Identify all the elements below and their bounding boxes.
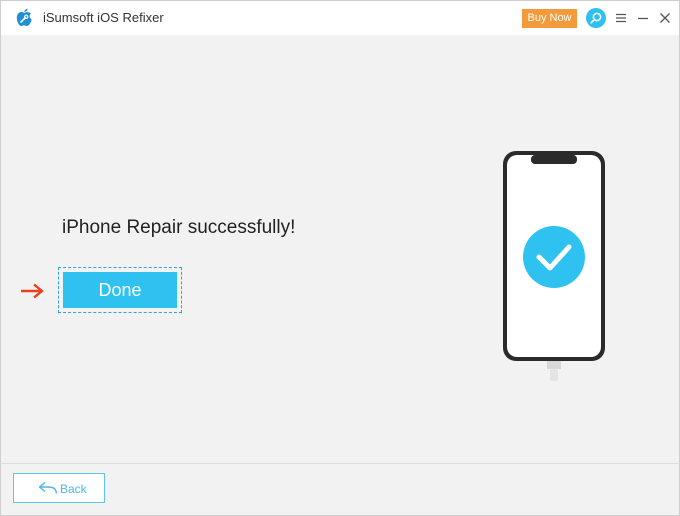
success-message: iPhone Repair successfully! — [62, 217, 296, 238]
search-icon — [590, 12, 602, 24]
main-content: iPhone Repair successfully! Done — [1, 35, 679, 463]
app-logo-icon — [16, 8, 32, 26]
close-icon[interactable] — [657, 10, 673, 26]
arrow-right-icon — [21, 283, 44, 299]
back-button[interactable]: Back — [13, 473, 105, 503]
app-window: iSumsoft iOS Refixer Buy Now iPhone Repa… — [0, 0, 680, 516]
search-button[interactable] — [586, 8, 606, 28]
footer-bar: Back — [1, 463, 679, 515]
back-button-label: Back — [60, 482, 87, 496]
app-title: iSumsoft iOS Refixer — [43, 10, 164, 25]
done-button[interactable]: Done — [63, 272, 177, 308]
buy-now-button[interactable]: Buy Now — [522, 9, 577, 28]
success-check-badge — [523, 226, 585, 288]
iphone-illustration — [503, 151, 605, 381]
back-arrow-icon — [38, 481, 58, 494]
menu-icon[interactable] — [613, 10, 629, 26]
done-button-focus-frame: Done — [58, 267, 182, 313]
title-bar: iSumsoft iOS Refixer Buy Now — [1, 1, 679, 35]
minimize-icon[interactable] — [635, 10, 651, 26]
